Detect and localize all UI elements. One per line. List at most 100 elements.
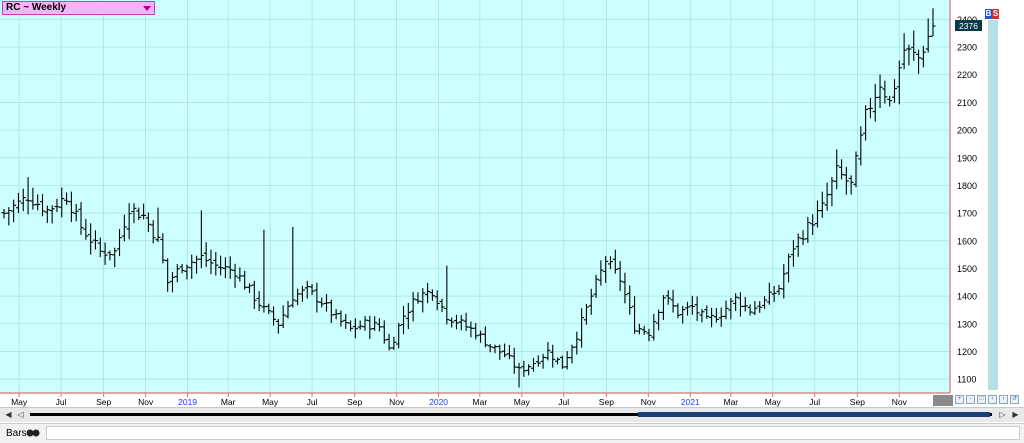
price-bar xyxy=(401,305,407,335)
price-bar xyxy=(776,284,782,296)
price-chart: 1100 1200 1300 1400 1500 1600 1700 1800 1900 2000… xyxy=(0,0,982,407)
price-bar xyxy=(709,307,715,328)
time-scrollbar: ◀ ◁ ▷ ▶ xyxy=(0,407,1024,422)
chart-style-label[interactable]: Bars xyxy=(6,428,27,439)
symbol-interval-selector[interactable]: RC ~ Weekly xyxy=(2,1,155,15)
price-bar xyxy=(30,187,36,210)
scroll-thumb[interactable] xyxy=(638,412,990,417)
zoom-out-icon[interactable]: - xyxy=(966,395,975,404)
price-bar xyxy=(636,323,642,335)
y-tick-label: 2200 xyxy=(957,70,977,80)
price-bar xyxy=(174,264,180,283)
scroll-left-icon[interactable]: ‹ xyxy=(988,395,997,404)
scroll-start-icon[interactable]: ◀ xyxy=(4,410,13,419)
price-bar xyxy=(299,285,305,302)
price-bar xyxy=(641,325,647,335)
scroll-right-icon[interactable]: › xyxy=(999,395,1008,404)
price-bar xyxy=(916,49,922,74)
price-bar xyxy=(357,320,363,330)
price-bar xyxy=(530,357,536,372)
price-bars xyxy=(1,8,936,388)
price-bar xyxy=(256,291,262,312)
scroll-back-icon[interactable]: ◁ xyxy=(16,410,25,419)
price-bar xyxy=(309,284,315,296)
x-tick-label: Sep xyxy=(96,397,111,407)
price-bar xyxy=(145,212,151,232)
price-bar xyxy=(453,314,459,330)
price-bar xyxy=(449,317,455,328)
price-bar xyxy=(607,256,613,270)
dropdown-arrow-icon[interactable] xyxy=(143,6,151,11)
price-bar xyxy=(54,198,60,212)
price-bar xyxy=(232,263,238,288)
price-bar xyxy=(896,60,902,105)
price-bar xyxy=(829,177,835,207)
y-tick-label: 1800 xyxy=(957,181,977,191)
price-bar xyxy=(685,301,691,316)
fit-icon[interactable]: □ xyxy=(977,395,986,404)
price-bar xyxy=(478,330,484,343)
price-bar xyxy=(612,249,618,274)
price-bar xyxy=(617,261,623,292)
price-bar xyxy=(83,218,89,240)
axes: 1100 1200 1300 1400 1500 1600 1700 1800 1900 2000… xyxy=(0,0,982,407)
price-bar xyxy=(550,344,556,368)
price-bar xyxy=(271,306,277,326)
price-bar xyxy=(506,344,512,360)
price-bar xyxy=(901,33,907,70)
chart-style-icon[interactable] xyxy=(26,429,40,437)
price-bar xyxy=(535,355,541,367)
y-tick-label: 1100 xyxy=(957,375,976,385)
price-bar xyxy=(887,95,893,107)
x-tick-label: May xyxy=(514,397,531,407)
price-bar xyxy=(328,299,334,324)
buy-badge[interactable]: B xyxy=(985,9,992,19)
price-bar xyxy=(670,289,676,313)
price-bar xyxy=(261,229,267,313)
x-tick-label: Mar xyxy=(473,397,488,407)
price-bar xyxy=(795,233,801,257)
scroll-forward-icon[interactable]: ▷ xyxy=(998,410,1007,419)
zoom-in-icon[interactable]: + xyxy=(955,395,964,404)
price-bar xyxy=(858,126,864,166)
reset-icon[interactable]: ↺ xyxy=(1010,395,1019,404)
status-field xyxy=(46,426,1020,440)
price-bar xyxy=(92,230,98,250)
price-bar xyxy=(275,318,281,334)
price-bar xyxy=(434,290,440,311)
y-tick-label: 1200 xyxy=(957,347,977,357)
price-bar xyxy=(343,314,349,329)
price-bar xyxy=(319,297,325,308)
price-bar xyxy=(593,274,599,298)
x-tick-label: Jul xyxy=(56,397,67,407)
price-bar xyxy=(771,285,777,302)
x-tick-label: 2019 xyxy=(178,397,197,407)
price-bar xyxy=(44,205,50,224)
price-bar xyxy=(64,192,70,205)
price-bar xyxy=(790,240,796,267)
price-bar xyxy=(723,300,729,320)
price-bar xyxy=(853,151,859,188)
price-bar xyxy=(487,344,493,353)
price-bar xyxy=(579,308,585,348)
last-price-label: 2376 xyxy=(959,21,978,31)
price-bar xyxy=(574,331,580,355)
y-tick-label: 2100 xyxy=(957,98,977,108)
price-bar xyxy=(429,289,435,301)
price-bar xyxy=(165,258,171,292)
price-bar xyxy=(218,255,224,276)
scroll-end-icon[interactable]: ▶ xyxy=(1011,410,1020,419)
price-bar xyxy=(367,315,373,340)
price-bar xyxy=(713,307,719,323)
x-tick-label: Nov xyxy=(389,397,405,407)
price-bar xyxy=(324,294,330,312)
price-bar xyxy=(502,343,508,358)
price-bar xyxy=(675,303,681,319)
x-tick-label: Sep xyxy=(599,397,614,407)
symbol-title: RC ~ Weekly xyxy=(6,2,67,13)
x-tick-label: 2020 xyxy=(429,397,448,407)
price-bar xyxy=(444,265,450,325)
sell-badge[interactable]: S xyxy=(992,9,999,19)
price-bar xyxy=(425,283,431,304)
y-tick-label: 1600 xyxy=(957,236,977,246)
